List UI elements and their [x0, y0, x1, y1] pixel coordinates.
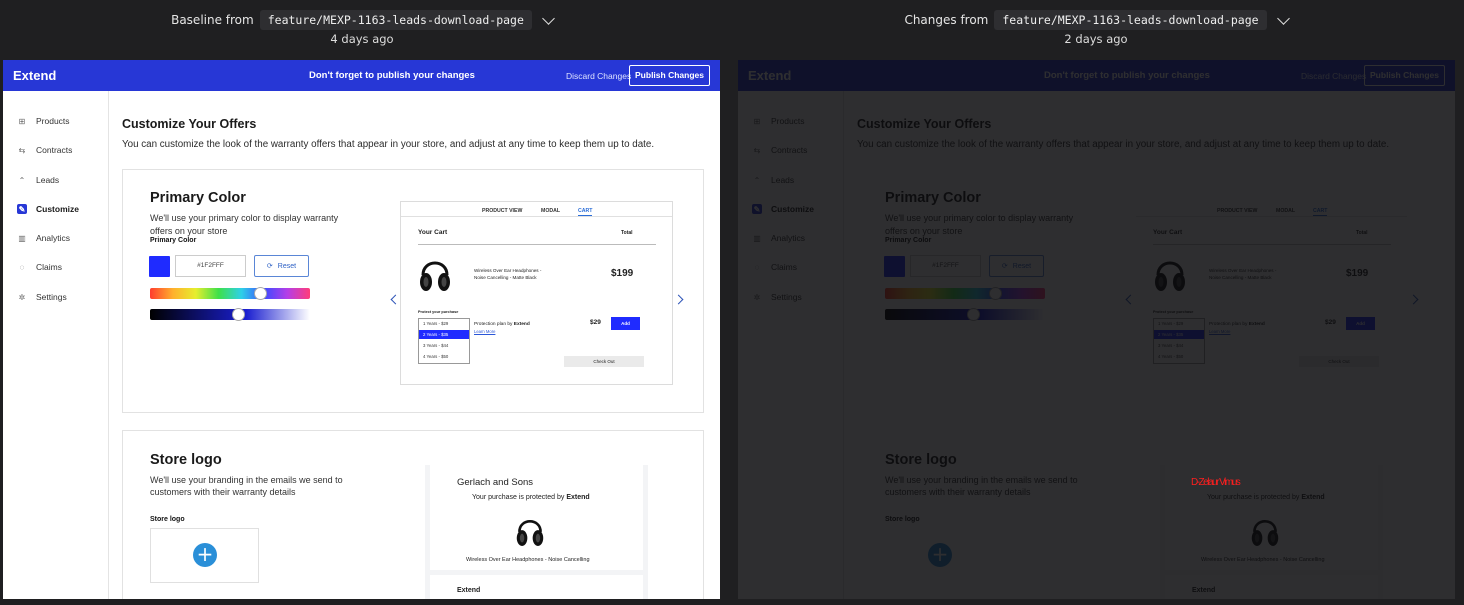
plan-option[interactable]: 4 Years - $50 [419, 352, 469, 361]
sidebar-item-label: Settings [36, 292, 67, 302]
logo-upload-box[interactable]: + [150, 528, 259, 583]
cart-divider [418, 244, 656, 245]
chevron-left-icon[interactable] [390, 294, 401, 305]
tab-cart[interactable]: CART [578, 208, 593, 216]
discard-changes-button[interactable]: Discard Changes [566, 71, 631, 81]
sidebar-item-leads[interactable]: ⌃ Leads [17, 175, 60, 185]
claims-icon: ◌ [19, 262, 25, 272]
tab-divider [401, 216, 672, 217]
shade-slider[interactable] [150, 308, 310, 321]
color-swatch[interactable] [149, 256, 170, 277]
shade-slider-handle[interactable] [232, 308, 245, 321]
baseline-prefix: Baseline from [171, 13, 254, 27]
store-logo-text-2: customers with their warranty details [150, 487, 296, 497]
email-store-name: Gerlach and Sons [457, 477, 534, 488]
analytics-icon: ▥ [18, 233, 26, 243]
baseline-branch[interactable]: feature/MEXP-1163-leads-download-page [259, 10, 532, 30]
sidebar-item-label: Products [36, 116, 70, 126]
refresh-icon: ⟳ [266, 263, 273, 270]
leads-icon: ⌃ [18, 175, 26, 185]
store-logo-heading: Store logo [150, 452, 222, 468]
tab-modal[interactable]: MODAL [541, 208, 560, 214]
store-logo-card: Store logo We'll use your branding in th… [122, 430, 704, 599]
sidebar-item-contracts[interactable]: ⇆ Contracts [17, 145, 73, 155]
email-product-name: Wireless Over Ear Headphones - Noise Can… [466, 557, 590, 563]
email-footer: Extend [430, 575, 643, 599]
sidebar-item-claims[interactable]: ◌ Claims [17, 262, 62, 272]
store-logo-label: Store logo [150, 516, 185, 523]
protect-label: Protect your purchase [418, 310, 459, 314]
cart-total-label: Total [621, 230, 633, 236]
headphones-image [516, 519, 544, 546]
chevron-right-icon[interactable] [673, 294, 684, 305]
chevron-down-icon[interactable] [1276, 11, 1290, 25]
headphones-image [420, 261, 450, 291]
sidebar-item-label: Analytics [36, 233, 71, 243]
add-plan-button[interactable]: Add [611, 317, 640, 330]
changes-time: 2 days ago [1064, 32, 1128, 46]
sidebar-item-products[interactable]: ⊞ Products [17, 116, 70, 126]
hue-slider-handle[interactable] [254, 287, 268, 300]
email-body: Gerlach and Sons Your purchase is protec… [430, 465, 643, 570]
sidebar-item-label: Leads [36, 175, 60, 185]
email-footer-brand: Extend [457, 587, 481, 594]
email-preview: Gerlach and Sons Your purchase is protec… [425, 465, 648, 599]
reset-button[interactable]: ⟳ Reset [254, 255, 309, 277]
primary-color-text-1: We'll use your primary color to display … [150, 213, 339, 223]
plan-price: $29 [590, 319, 601, 326]
add-icon[interactable]: + [193, 543, 217, 567]
changes-prefix: Changes from [904, 13, 989, 27]
app-bar: Extend Don't forget to publish your chan… [3, 60, 720, 91]
brand-logo[interactable]: Extend [13, 68, 56, 83]
cart-product-price: $199 [611, 268, 634, 279]
learn-more-link[interactable]: Learn More [474, 329, 495, 334]
baseline-time: 4 days ago [330, 32, 394, 46]
diff-highlight-text: D-Zelaur Vimus [1191, 477, 1241, 488]
contract-icon: ⇆ [18, 145, 26, 155]
grid-icon: ⊞ [18, 116, 26, 126]
publish-changes-button[interactable]: Publish Changes [629, 65, 710, 86]
hex-input[interactable]: #1F2FFF [175, 255, 246, 277]
primary-color-label: Primary Color [150, 237, 197, 244]
primary-color-card: Primary Color We'll use your primary col… [122, 169, 704, 413]
sidebar-item-settings[interactable]: ✲ Settings [17, 292, 67, 302]
changes-header: Changes from feature/MEXP-1163-leads-dow… [796, 10, 1396, 48]
checkout-button[interactable]: Check Out [564, 356, 644, 367]
plan-option-selected[interactable]: 2 Years - $35 [419, 330, 469, 339]
cart-product-line-2: Noise Cancelling - Matte Black [474, 275, 537, 280]
diff-dim-overlay [738, 60, 1455, 599]
changes-screenshot: Extend Don't forget to publish your chan… [738, 60, 1455, 599]
tab-product-view[interactable]: PRODUCT VIEW [482, 208, 522, 214]
changes-branch[interactable]: feature/MEXP-1163-leads-download-page [994, 10, 1267, 30]
plan-text: Protection plan by Extend [474, 322, 530, 327]
cart-title: Your Cart [418, 229, 448, 236]
plan-select[interactable]: 1 Years - $29 2 Years - $35 3 Years - $4… [418, 318, 470, 364]
plan-option[interactable]: 3 Years - $44 [419, 341, 469, 350]
settings-icon: ✲ [18, 292, 26, 302]
sidebar-item-label: Customize [36, 204, 79, 214]
page-description: You can customize the look of the warran… [122, 139, 655, 150]
publish-notice: Don't forget to publish your changes [309, 70, 475, 81]
plan-option[interactable]: 1 Years - $29 [419, 319, 469, 328]
chevron-down-icon[interactable] [542, 11, 555, 25]
sidebar-item-label: Claims [36, 262, 62, 272]
offer-preview: PRODUCT VIEW MODAL CART Your Cart Total … [400, 201, 673, 385]
reset-label: Reset [277, 262, 297, 270]
sidebar: ⊞ Products ⇆ Contracts ⌃ Leads ✎ Customize ▥… [3, 91, 109, 599]
diff-header: Baseline from feature/MEXP-1163-leads-do… [0, 0, 1464, 60]
sidebar-item-customize[interactable]: ✎ Customize [17, 204, 79, 214]
cart-product-line-1: Wireless Over Ear Headphones - [474, 268, 542, 273]
primary-color-heading: Primary Color [150, 190, 246, 206]
baseline-screenshot: Extend Don't forget to publish your chan… [3, 60, 720, 599]
page-title: Customize Your Offers [122, 117, 257, 131]
hue-slider[interactable] [150, 287, 310, 300]
sidebar-item-analytics[interactable]: ▥ Analytics [17, 233, 70, 243]
email-protected-text: Your purchase is protected by Extend [472, 494, 590, 501]
sidebar-item-label: Contracts [36, 145, 73, 155]
customize-icon: ✎ [17, 204, 27, 214]
baseline-header: Baseline from feature/MEXP-1163-leads-do… [62, 10, 662, 48]
